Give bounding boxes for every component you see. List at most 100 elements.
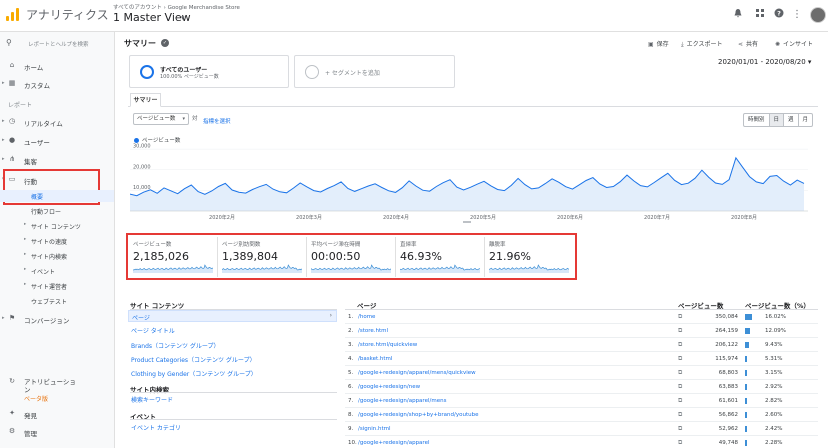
open-external-icon[interactable]: ⧉ — [678, 369, 682, 377]
open-external-icon[interactable]: ⧉ — [678, 411, 682, 419]
view-selector[interactable]: 1 Master View — [113, 11, 191, 24]
page-link[interactable]: /signin.html — [358, 426, 391, 432]
sidebar-item-acquisition[interactable]: ▸ ⋔ 集客 — [0, 153, 114, 167]
divider — [130, 392, 337, 393]
x-tick-label: 2020年6月 — [557, 214, 583, 221]
period-week[interactable]: 週 — [784, 114, 799, 126]
chevron-down-icon[interactable]: ▾ — [181, 14, 185, 22]
dimension-clothing-gender[interactable]: Clothing by Gender（コンテンツ グループ） — [131, 369, 257, 378]
divider — [130, 419, 337, 420]
page-link[interactable]: /store.html — [358, 328, 388, 334]
pct-bar — [745, 370, 747, 376]
open-external-icon[interactable]: ⧉ — [678, 383, 682, 391]
sidebar-item-home[interactable]: ⌂ ホーム — [0, 59, 114, 73]
dimension-search-term[interactable]: 検索キーワード — [131, 395, 173, 404]
account-breadcrumb[interactable]: すべてのアカウント › Google Merchandise Store — [113, 3, 240, 11]
pick-metric-link[interactable]: 指標を選択 — [203, 117, 231, 125]
open-external-icon[interactable]: ⧉ — [678, 313, 682, 321]
segment-all-users[interactable]: すべてのユーザー 100.00% ページビュー数 — [129, 55, 289, 88]
metric-select[interactable]: ページビュー数 ▾ — [133, 113, 189, 125]
sidebar-sub-behavior-flow[interactable]: 行動フロー — [0, 205, 114, 217]
bell-icon[interactable] — [731, 8, 745, 22]
sidebar-sub-publisher[interactable]: ▸ サイト運営者 — [0, 280, 114, 292]
page-link[interactable]: /google+redesign/apparel/mens/quickview — [358, 370, 476, 376]
resize-handle[interactable] — [463, 221, 471, 223]
period-month[interactable]: 月 — [799, 114, 813, 126]
sidebar-item-conversions[interactable]: ▸ ⚑ コンバージョン — [0, 312, 114, 326]
row-pct: 2.42% — [765, 426, 783, 432]
date-range-picker[interactable]: 2020/01/01 - 2020/08/20 ▾ — [718, 58, 811, 66]
sidebar-item-discover[interactable]: ✦ 発見 — [0, 407, 114, 421]
dimension-page[interactable]: ページ › — [128, 310, 337, 322]
open-external-icon[interactable]: ⧉ — [678, 425, 682, 433]
sidebar-sub-site-content[interactable]: ▸ サイト コンテンツ — [0, 220, 114, 232]
chevron-right-icon: › — [329, 312, 332, 319]
page-link[interactable]: /home — [358, 314, 375, 320]
chevron-down-icon: ▾ — [182, 116, 185, 122]
pct-bar — [745, 398, 747, 404]
table-row: 4. /basket.html ⧉ 115,974 5.31% — [345, 352, 818, 366]
period-day[interactable]: 日 — [769, 114, 785, 126]
sidebar-sub-overview[interactable]: 概要 — [0, 190, 114, 202]
share-button[interactable]: ⋖ 共有 — [738, 39, 758, 48]
sidebar-item-label: 管理 — [24, 430, 37, 438]
lightbulb-icon: ✦ — [9, 409, 15, 417]
svg-text:?: ? — [777, 9, 781, 17]
row-views: 56,862 — [718, 412, 738, 418]
apps-grid-icon[interactable] — [753, 8, 767, 22]
add-segment-button[interactable]: + セグメントを追加 — [294, 55, 455, 88]
sidebar-search[interactable]: ⚲ レポートとヘルプを検索 — [6, 38, 111, 50]
open-external-icon[interactable]: ⧉ — [678, 397, 682, 405]
open-external-icon[interactable]: ⧉ — [678, 355, 682, 363]
period-hourly[interactable]: 時間別 — [744, 114, 770, 126]
page-link[interactable]: /basket.html — [358, 356, 392, 362]
chevron-down-icon: ▾ — [807, 58, 812, 66]
page-link[interactable]: /google+redesign/apparel — [358, 440, 429, 446]
insight-icon: ✺ — [775, 41, 781, 48]
sidebar-item-custom[interactable]: ▸ ▦ カスタム — [0, 77, 114, 91]
pageviews-line-chart[interactable]: 10,000 20,000 30,000 2020年2月 2020年3月 2020年4月 2… — [130, 143, 808, 223]
sidebar-item-attribution[interactable]: ↻ アトリビューション — [0, 375, 114, 397]
page-link[interactable]: /store.html/quickview — [358, 342, 417, 348]
page-link[interactable]: /google+redesign/apparel/mens — [358, 398, 446, 404]
sidebar-item-audience[interactable]: ▸ ● ユーザー — [0, 134, 114, 148]
tab-summary[interactable]: サマリー — [130, 93, 161, 107]
sidebar-sub-site-speed[interactable]: ▸ サイトの速度 — [0, 235, 114, 247]
page-link[interactable]: /google+redesign/shop+by+brand/youtube — [358, 412, 478, 418]
open-external-icon[interactable]: ⧉ — [678, 439, 682, 447]
dimension-page-title[interactable]: ページ タイトル — [131, 326, 175, 335]
dimension-page-label: ページ — [132, 315, 150, 322]
sidebar: ⚲ レポートとヘルプを検索 ⌂ ホーム ▸ ▦ カスタム レポート ▸ ◷ リア… — [0, 32, 115, 448]
more-vert-icon[interactable]: ⋮ — [790, 8, 804, 22]
page-link[interactable]: /google+redesign/new — [358, 384, 420, 390]
open-external-icon[interactable]: ⧉ — [678, 327, 682, 335]
caret-right-icon: ▸ — [24, 282, 27, 287]
x-tick-label: 2020年5月 — [470, 214, 496, 221]
sidebar-sub-experiments[interactable]: ウェブテスト — [0, 295, 114, 307]
open-external-icon[interactable]: ⧉ — [678, 341, 682, 349]
sidebar-sub-label: 行動フロー — [31, 209, 62, 216]
insight-button[interactable]: ✺ インサイト — [775, 39, 813, 48]
pct-bar — [745, 314, 752, 320]
table-row: 6. /google+redesign/new ⧉ 63,883 2.92% — [345, 380, 818, 394]
sidebar-item-realtime[interactable]: ▸ ◷ リアルタイム — [0, 115, 114, 129]
sidebar-sub-label: 概要 — [31, 194, 44, 201]
avatar[interactable] — [810, 7, 826, 23]
export-button[interactable]: ⤓ エクスポート — [681, 39, 722, 49]
page-title: サマリー — [124, 39, 156, 48]
help-icon[interactable]: ? — [772, 8, 786, 22]
save-button[interactable]: ▣ 保存 — [648, 39, 669, 48]
pct-bar — [745, 412, 747, 418]
sidebar-item-admin[interactable]: ⚙ 管理 — [0, 425, 114, 439]
sidebar-sub-events[interactable]: ▸ イベント — [0, 265, 114, 277]
dimension-brands[interactable]: Brands（コンテンツ グループ） — [131, 341, 220, 350]
analytics-logo-icon[interactable] — [6, 8, 19, 21]
highlight-box-scorecards — [126, 233, 577, 280]
sidebar-sub-site-search[interactable]: ▸ サイト内検索 — [0, 250, 114, 262]
caret-right-icon: ▸ — [2, 118, 5, 124]
verified-check-icon: ✓ — [161, 39, 169, 47]
dimension-product-categories[interactable]: Product Categories（コンテンツ グループ） — [131, 355, 256, 364]
insight-label: インサイト — [783, 41, 814, 48]
dimension-event-category[interactable]: イベント カテゴリ — [131, 423, 181, 432]
row-index: 8. — [348, 412, 354, 418]
